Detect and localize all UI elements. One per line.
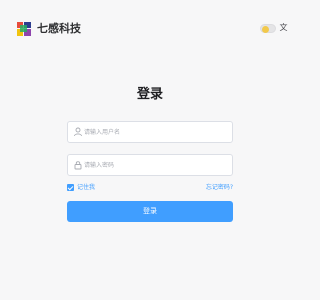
remember-me[interactable]: 记住我 — [67, 183, 95, 192]
brand-name: 七感科技 — [37, 22, 81, 35]
forgot-password-link[interactable]: 忘记密码? — [206, 183, 233, 192]
lock-icon — [74, 161, 82, 170]
login-title: 登录 — [136, 87, 163, 102]
remember-checkbox[interactable] — [67, 184, 74, 191]
username-input[interactable] — [84, 124, 230, 140]
user-icon — [74, 127, 82, 137]
sun-icon — [262, 25, 269, 33]
brand-logo-icon — [17, 22, 31, 36]
theme-toggle[interactable] — [260, 24, 276, 33]
password-field[interactable] — [67, 154, 233, 176]
translate-icon[interactable]: 文 — [279, 22, 288, 33]
login-page: 七感科技 文 登录 记住我 忘记密码? 登录 — [0, 0, 300, 300]
username-field[interactable] — [67, 121, 233, 143]
password-input[interactable] — [84, 157, 230, 173]
header: 七感科技 文 — [0, 0, 300, 56]
login-button[interactable]: 登录 — [67, 201, 233, 222]
remember-label[interactable]: 记住我 — [77, 183, 95, 192]
